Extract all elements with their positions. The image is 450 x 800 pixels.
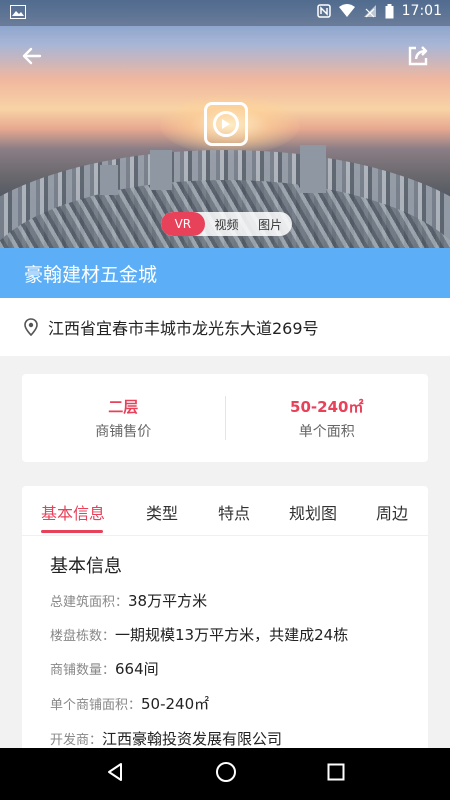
info-row: 商铺数量：664间: [50, 658, 159, 679]
price-card: 二层 商铺售价 50-240㎡ 单个面积: [22, 374, 428, 462]
share-icon: [408, 46, 428, 66]
active-tab-indicator: [41, 530, 103, 533]
tab-surroundings[interactable]: 周边: [376, 500, 408, 524]
status-time: 17:01: [401, 3, 442, 19]
status-bar: 17:01: [0, 0, 450, 26]
section-title: 基本信息: [50, 556, 122, 577]
info-card: 基本信息 类型 特点 规划图 周边 基本信息 总建筑面积：38万平方米 楼盘栋数…: [22, 486, 428, 756]
media-tab-vr[interactable]: VR: [161, 212, 205, 236]
info-row: 总建筑面积：38万平方米: [50, 590, 207, 611]
unit-area-label: 单个面积: [298, 423, 355, 440]
location-pin-icon: [24, 318, 38, 336]
media-tab-video[interactable]: 视频: [205, 212, 249, 236]
info-key: 单个商铺面积：: [50, 698, 142, 713]
triangle-back-icon: [108, 763, 122, 781]
info-value: 38万平方米: [128, 592, 208, 610]
tab-site-plan[interactable]: 规划图: [289, 500, 337, 524]
play-icon: [213, 111, 239, 137]
address-row[interactable]: 江西省宜春市丰城市龙光东大道269号: [0, 298, 450, 356]
area-column: 50-240㎡ 单个面积: [226, 396, 429, 441]
info-value: 664间: [115, 660, 159, 678]
square-recents-icon: [327, 763, 345, 781]
battery-icon: [385, 3, 394, 19]
page-title: 豪翰建材五金城: [0, 248, 450, 298]
share-button[interactable]: [404, 42, 432, 70]
nav-home-button[interactable]: [215, 761, 237, 787]
info-key: 开发商：: [50, 733, 103, 748]
price-column: 二层 商铺售价: [22, 396, 225, 441]
info-row: 单个商铺面积：50-240㎡: [50, 693, 209, 714]
tab-type[interactable]: 类型: [146, 500, 178, 524]
info-row: 楼盘栋数：一期规模13万平方米，共建成24栋: [50, 624, 348, 645]
info-value: 江西豪翰投资发展有限公司: [102, 730, 283, 748]
media-tab-group: VR 视频 图片: [161, 212, 292, 236]
info-value: 一期规模13万平方米，共建成24栋: [115, 626, 349, 644]
tab-features[interactable]: 特点: [218, 500, 250, 524]
wifi-icon: [338, 4, 355, 18]
arrow-left-icon: [22, 47, 42, 65]
info-tabs: 基本信息 类型 特点 规划图 周边: [22, 486, 428, 536]
unit-area-value: 50-240㎡: [290, 397, 364, 416]
address-text: 江西省宜春市丰城市龙光东大道269号: [48, 319, 319, 338]
media-tab-photos[interactable]: 图片: [248, 212, 292, 236]
info-value: 50-240㎡: [141, 695, 210, 713]
building: [100, 165, 118, 195]
play-video-button[interactable]: [204, 102, 248, 146]
image-icon: [10, 5, 26, 19]
building: [150, 150, 172, 190]
nav-back-button[interactable]: [105, 762, 125, 786]
system-nav-bar: [0, 748, 450, 800]
info-key: 商铺数量：: [50, 663, 116, 678]
info-key: 总建筑面积：: [50, 595, 129, 610]
signal-icon: [363, 4, 377, 18]
tab-basic-info[interactable]: 基本信息: [41, 500, 105, 524]
circle-home-icon: [216, 762, 236, 782]
nfc-icon: [316, 4, 331, 18]
shop-price-label: 商铺售价: [95, 423, 152, 440]
info-key: 楼盘栋数：: [50, 629, 116, 644]
building: [300, 145, 326, 193]
back-button[interactable]: [18, 42, 46, 70]
nav-recents-button[interactable]: [327, 763, 345, 785]
shop-price-value: 二层: [108, 397, 139, 416]
info-row: 开发商：江西豪翰投资发展有限公司: [50, 728, 282, 749]
